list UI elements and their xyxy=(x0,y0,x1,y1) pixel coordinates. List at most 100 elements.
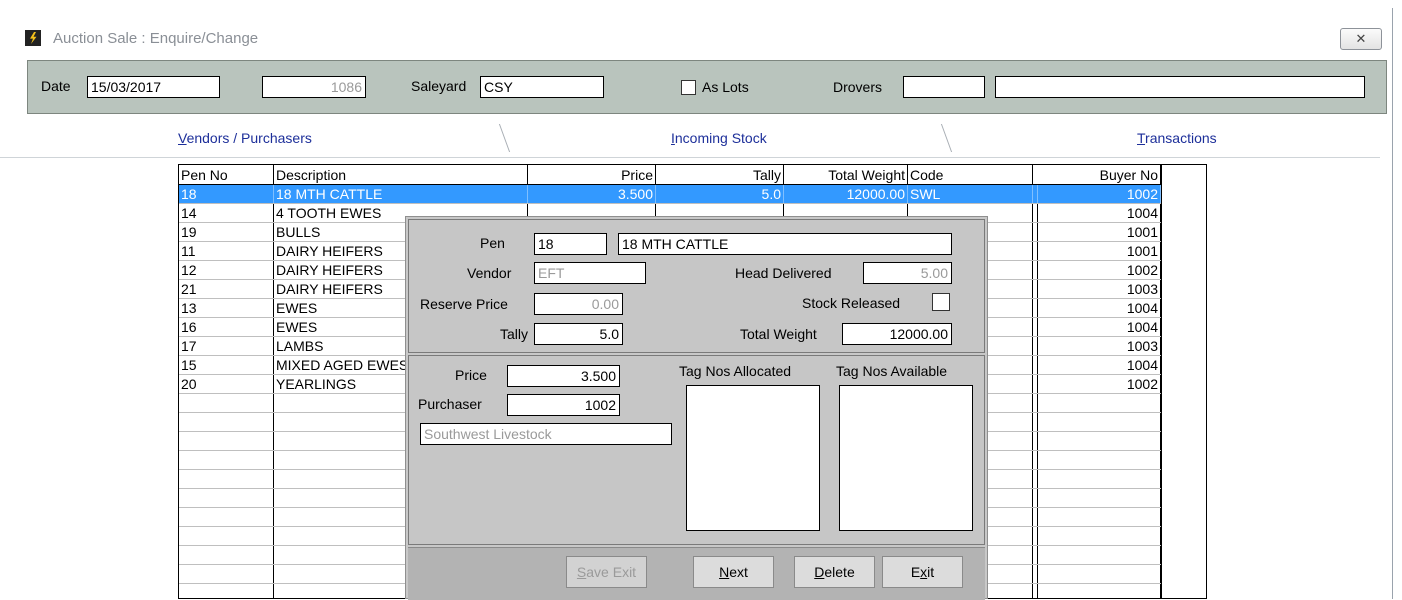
dialog-button-bar: Save Exit Next Delete Exit xyxy=(408,547,985,600)
table-cell xyxy=(1036,413,1161,432)
auction-sale-window: Auction Sale : Enquire/Change ✕ Date 15/… xyxy=(0,0,1402,600)
app-lightning-icon xyxy=(25,30,41,46)
tally-field[interactable]: 5.0 xyxy=(534,323,623,345)
exit-button[interactable]: Exit xyxy=(882,556,963,588)
table-cell xyxy=(1036,432,1161,451)
table-cell xyxy=(1036,394,1161,413)
column-header-tally[interactable]: Tally xyxy=(656,165,784,185)
table-cell: 17 xyxy=(179,337,274,356)
purchase-panel: Price 3.500 Purchaser 1002 Southwest Liv… xyxy=(408,355,985,545)
pen-details-panel: Pen 18 18 MTH CATTLE Vendor EFT Head Del… xyxy=(408,219,985,353)
table-cell xyxy=(179,527,274,546)
table-cell: 1003 xyxy=(1036,337,1161,356)
tab-vendors-purchasers[interactable]: Vendors / Purchasers xyxy=(178,130,312,146)
table-row[interactable]: 18 18 MTH CATTLE 3.500 5.0 12000.00 SWL 1002 xyxy=(179,185,1161,204)
reserve-price-field[interactable]: 0.00 xyxy=(534,293,623,315)
table-cell xyxy=(1036,489,1161,508)
as-lots-checkbox[interactable] xyxy=(681,80,696,95)
next-button[interactable]: Next xyxy=(693,556,774,588)
tab-incoming-stock[interactable]: Incoming Stock xyxy=(671,130,767,146)
table-cell: 12 xyxy=(179,261,274,280)
table-cell: 1004 xyxy=(1036,356,1161,375)
table-cell: 18 MTH CATTLE xyxy=(274,185,528,204)
table-cell xyxy=(1036,470,1161,489)
tab-divider xyxy=(492,124,511,152)
tab-baseline xyxy=(0,157,1380,158)
column-header-price[interactable]: Price xyxy=(528,165,656,185)
vendor-field[interactable]: EFT xyxy=(534,262,646,284)
drovers-name-field[interactable] xyxy=(995,76,1365,98)
total-weight-field[interactable]: 12000.00 xyxy=(842,323,952,345)
table-cell xyxy=(1036,527,1161,546)
sale-number-field[interactable]: 1086 xyxy=(262,76,366,98)
drovers-label: Drovers xyxy=(833,79,883,95)
close-button[interactable]: ✕ xyxy=(1340,28,1382,50)
table-cell: 3.500 xyxy=(528,185,656,204)
table-cell xyxy=(179,451,274,470)
save-exit-button[interactable]: Save Exit xyxy=(566,556,647,588)
column-header-buyer-no[interactable]: Buyer No xyxy=(1036,165,1161,185)
table-cell xyxy=(179,413,274,432)
head-delivered-label: Head Delivered xyxy=(735,265,832,281)
table-cell: 1001 xyxy=(1036,223,1161,242)
price-label: Price xyxy=(455,367,487,383)
table-cell xyxy=(179,546,274,565)
date-field[interactable]: 15/03/2017 xyxy=(87,76,220,98)
table-cell: 21 xyxy=(179,280,274,299)
price-field[interactable]: 3.500 xyxy=(507,365,620,387)
table-cell xyxy=(179,508,274,527)
table-cell: 16 xyxy=(179,318,274,337)
table-cell: 1004 xyxy=(1036,299,1161,318)
saleyard-label: Saleyard xyxy=(411,78,467,94)
table-cell: 15 xyxy=(179,356,274,375)
close-icon: ✕ xyxy=(1355,31,1367,46)
table-cell: 19 xyxy=(179,223,274,242)
table-cell: 1003 xyxy=(1036,280,1161,299)
head-delivered-field[interactable]: 5.00 xyxy=(863,262,952,284)
tally-label: Tally xyxy=(500,326,529,342)
pen-field[interactable]: 18 xyxy=(534,233,607,255)
table-cell: 1004 xyxy=(1036,204,1161,223)
pen-label: Pen xyxy=(480,235,505,251)
table-cell: 14 xyxy=(179,204,274,223)
tab-strip: Vendors / Purchasers Incoming Stock Tran… xyxy=(0,120,1380,158)
table-cell: 20 xyxy=(179,375,274,394)
table-cell xyxy=(179,489,274,508)
table-cell xyxy=(179,584,274,598)
tag-nos-available-list[interactable] xyxy=(839,385,973,531)
sale-header-panel: Date 15/03/2017 1086 Saleyard CSY As Lot… xyxy=(27,60,1387,114)
column-header-code[interactable]: Code xyxy=(908,165,1033,185)
tab-transactions[interactable]: Transactions xyxy=(1137,130,1217,146)
as-lots-label: As Lots xyxy=(702,79,749,95)
tag-nos-allocated-list[interactable] xyxy=(686,385,820,531)
purchaser-field[interactable]: 1002 xyxy=(507,394,620,416)
drovers-code-field[interactable] xyxy=(903,76,985,98)
window-title: Auction Sale : Enquire/Change xyxy=(53,30,259,47)
pen-description-field[interactable]: 18 MTH CATTLE xyxy=(618,233,952,255)
table-cell: SWL xyxy=(908,185,1033,204)
stock-released-checkbox[interactable] xyxy=(932,293,950,311)
column-header-pen-no[interactable]: Pen No xyxy=(179,165,274,185)
table-cell: 11 xyxy=(179,242,274,261)
reserve-price-label: Reserve Price xyxy=(420,296,508,312)
purchaser-name-field[interactable]: Southwest Livestock xyxy=(420,423,672,445)
purchaser-label: Purchaser xyxy=(418,396,482,412)
table-cell: 1002 xyxy=(1036,185,1161,204)
table-cell: 18 xyxy=(179,185,274,204)
column-header-total-weight[interactable]: Total Weight xyxy=(784,165,908,185)
window-frame-edge xyxy=(1392,8,1393,599)
title-bar: Auction Sale : Enquire/Change ✕ xyxy=(10,22,1392,58)
table-cell xyxy=(179,432,274,451)
column-header-description[interactable]: Description xyxy=(274,165,528,185)
stock-released-label: Stock Released xyxy=(802,295,901,311)
table-cell xyxy=(179,394,274,413)
table-cell: 1004 xyxy=(1036,318,1161,337)
table-cell xyxy=(1036,565,1161,584)
table-cell xyxy=(1036,451,1161,470)
delete-button[interactable]: Delete xyxy=(794,556,875,588)
tag-nos-available-label: Tag Nos Available xyxy=(836,363,948,379)
table-cell: 1002 xyxy=(1036,375,1161,394)
tab-divider xyxy=(934,124,953,152)
saleyard-field[interactable]: CSY xyxy=(480,76,604,98)
tag-nos-allocated-label: Tag Nos Allocated xyxy=(679,363,792,379)
